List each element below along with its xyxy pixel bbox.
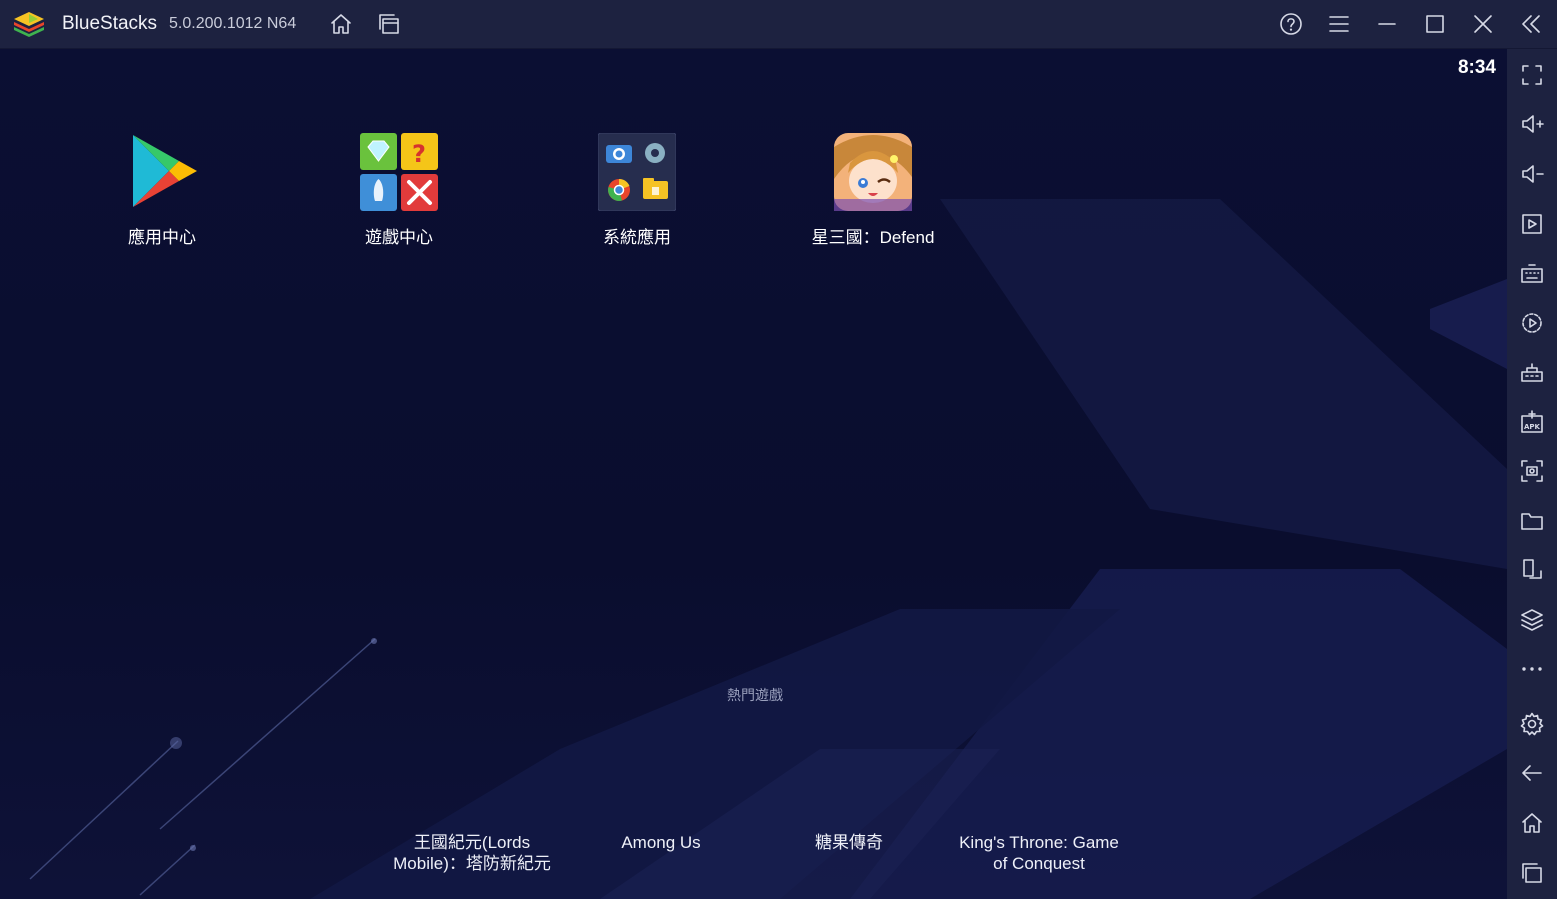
rotate-button[interactable] <box>1519 557 1545 583</box>
collapse-sidebar-button[interactable] <box>1518 11 1544 37</box>
status-clock: 8:34 <box>1457 57 1496 78</box>
android-home-button[interactable] <box>1519 810 1545 836</box>
app-system-apps[interactable]: 系統應用 <box>557 132 717 248</box>
fullscreen-button[interactable] <box>1519 62 1545 88</box>
app-label: 遊戲中心 <box>365 228 433 247</box>
android-home-screen: 8:34 應用中心 ? 遊戲中心 系統應用 星三國：Defend 熱門遊戲 王國… <box>0 49 1507 899</box>
multi-instance-icon <box>379 14 399 34</box>
game-title-line: 王國紀元(Lords <box>413 833 531 852</box>
media-player-button[interactable] <box>1519 211 1545 237</box>
system-apps-icon <box>597 132 677 212</box>
popular-games-title: 熱門遊戲 <box>727 687 783 703</box>
more-button[interactable] <box>1519 656 1545 682</box>
popular-game-lords-mobile[interactable]: 王國紀元(Lords Mobile)：塔防新紀元 <box>377 832 567 874</box>
fullscreen-icon <box>1522 65 1542 85</box>
title-bar: BlueStacks 5.0.200.1012 N64 <box>0 0 1557 49</box>
minimize-icon <box>1378 23 1396 25</box>
svg-text:?: ? <box>412 140 426 168</box>
popular-game-among-us[interactable]: Among Us <box>566 832 756 853</box>
layers-icon <box>1521 609 1543 631</box>
bluestacks-logo-icon <box>14 12 44 37</box>
right-sidebar: APK <box>1507 49 1557 899</box>
more-icon <box>1522 667 1542 671</box>
close-icon <box>1474 15 1492 33</box>
macro-recorder-button[interactable] <box>1519 310 1545 336</box>
back-button[interactable] <box>1519 760 1545 786</box>
help-button[interactable] <box>1278 11 1304 37</box>
volume-up-button[interactable] <box>1519 111 1545 137</box>
game-title-line: of Conquest <box>993 854 1085 873</box>
google-play-icon <box>133 135 197 207</box>
popular-game-kings-throne[interactable]: King's Throne: Game of Conquest <box>944 832 1134 874</box>
home-icon <box>1522 813 1542 833</box>
game-center-icon: ? <box>360 133 438 211</box>
game-title-line: King's Throne: Game <box>959 833 1119 852</box>
app-label: 應用中心 <box>128 228 196 247</box>
install-apk-icon: APK <box>1521 410 1543 433</box>
version-number: 5.0.200.1012 <box>169 15 263 32</box>
multi-instance-button[interactable] <box>376 11 402 37</box>
rotate-icon <box>1523 559 1542 579</box>
app-play-store[interactable]: 應用中心 <box>82 133 242 248</box>
maximize-icon <box>1426 15 1444 33</box>
minimize-button[interactable] <box>1374 11 1400 37</box>
media-player-icon <box>1522 214 1542 234</box>
app-label: 星三國：Defend <box>811 228 935 247</box>
app-name: BlueStacks <box>62 13 158 34</box>
game-title-line: Mobile)：塔防新紀元 <box>393 854 551 873</box>
layers-button[interactable] <box>1519 607 1545 633</box>
back-icon <box>1522 765 1542 781</box>
popular-game-candy-crush[interactable]: 糖果傳奇 <box>754 832 944 853</box>
game-avatar-icon <box>834 133 912 211</box>
app-version: 5.0.200.1012 N64 <box>169 15 296 33</box>
recent-apps-button[interactable] <box>1519 860 1545 886</box>
keyboard-button[interactable] <box>1519 261 1545 287</box>
game-title-line: Among Us <box>621 833 701 852</box>
help-icon <box>1280 13 1302 35</box>
home-button[interactable] <box>328 11 354 37</box>
game-title-line: 糖果傳奇 <box>815 833 883 852</box>
menu-button[interactable] <box>1326 11 1352 37</box>
volume-down-button[interactable] <box>1519 161 1545 187</box>
multi-instance-sync-icon <box>1521 363 1543 382</box>
screenshot-button[interactable] <box>1519 458 1545 484</box>
settings-button[interactable] <box>1519 711 1545 737</box>
settings-icon <box>1520 712 1544 736</box>
svg-text:APK: APK <box>1524 423 1541 431</box>
multi-instance-sync-button[interactable] <box>1519 360 1545 386</box>
collapse-sidebar-icon <box>1522 15 1540 33</box>
menu-icon <box>1329 16 1349 32</box>
app-game-center[interactable]: ? 遊戲中心 <box>319 133 479 248</box>
macro-recorder-icon <box>1522 313 1542 333</box>
folder-icon <box>1521 513 1543 530</box>
home-icon <box>331 14 351 34</box>
install-apk-button[interactable]: APK <box>1519 409 1545 435</box>
screenshot-icon <box>1521 460 1543 482</box>
app-label: 系統應用 <box>603 228 671 247</box>
app-game-defend[interactable]: 星三國：Defend <box>793 133 953 248</box>
close-button[interactable] <box>1470 11 1496 37</box>
volume-down-icon <box>1522 165 1544 183</box>
arch-label: N64 <box>266 15 297 32</box>
volume-up-icon <box>1522 115 1544 133</box>
folder-button[interactable] <box>1519 508 1545 534</box>
recent-apps-icon <box>1522 863 1542 883</box>
maximize-button[interactable] <box>1422 11 1448 37</box>
keyboard-icon <box>1521 264 1543 283</box>
